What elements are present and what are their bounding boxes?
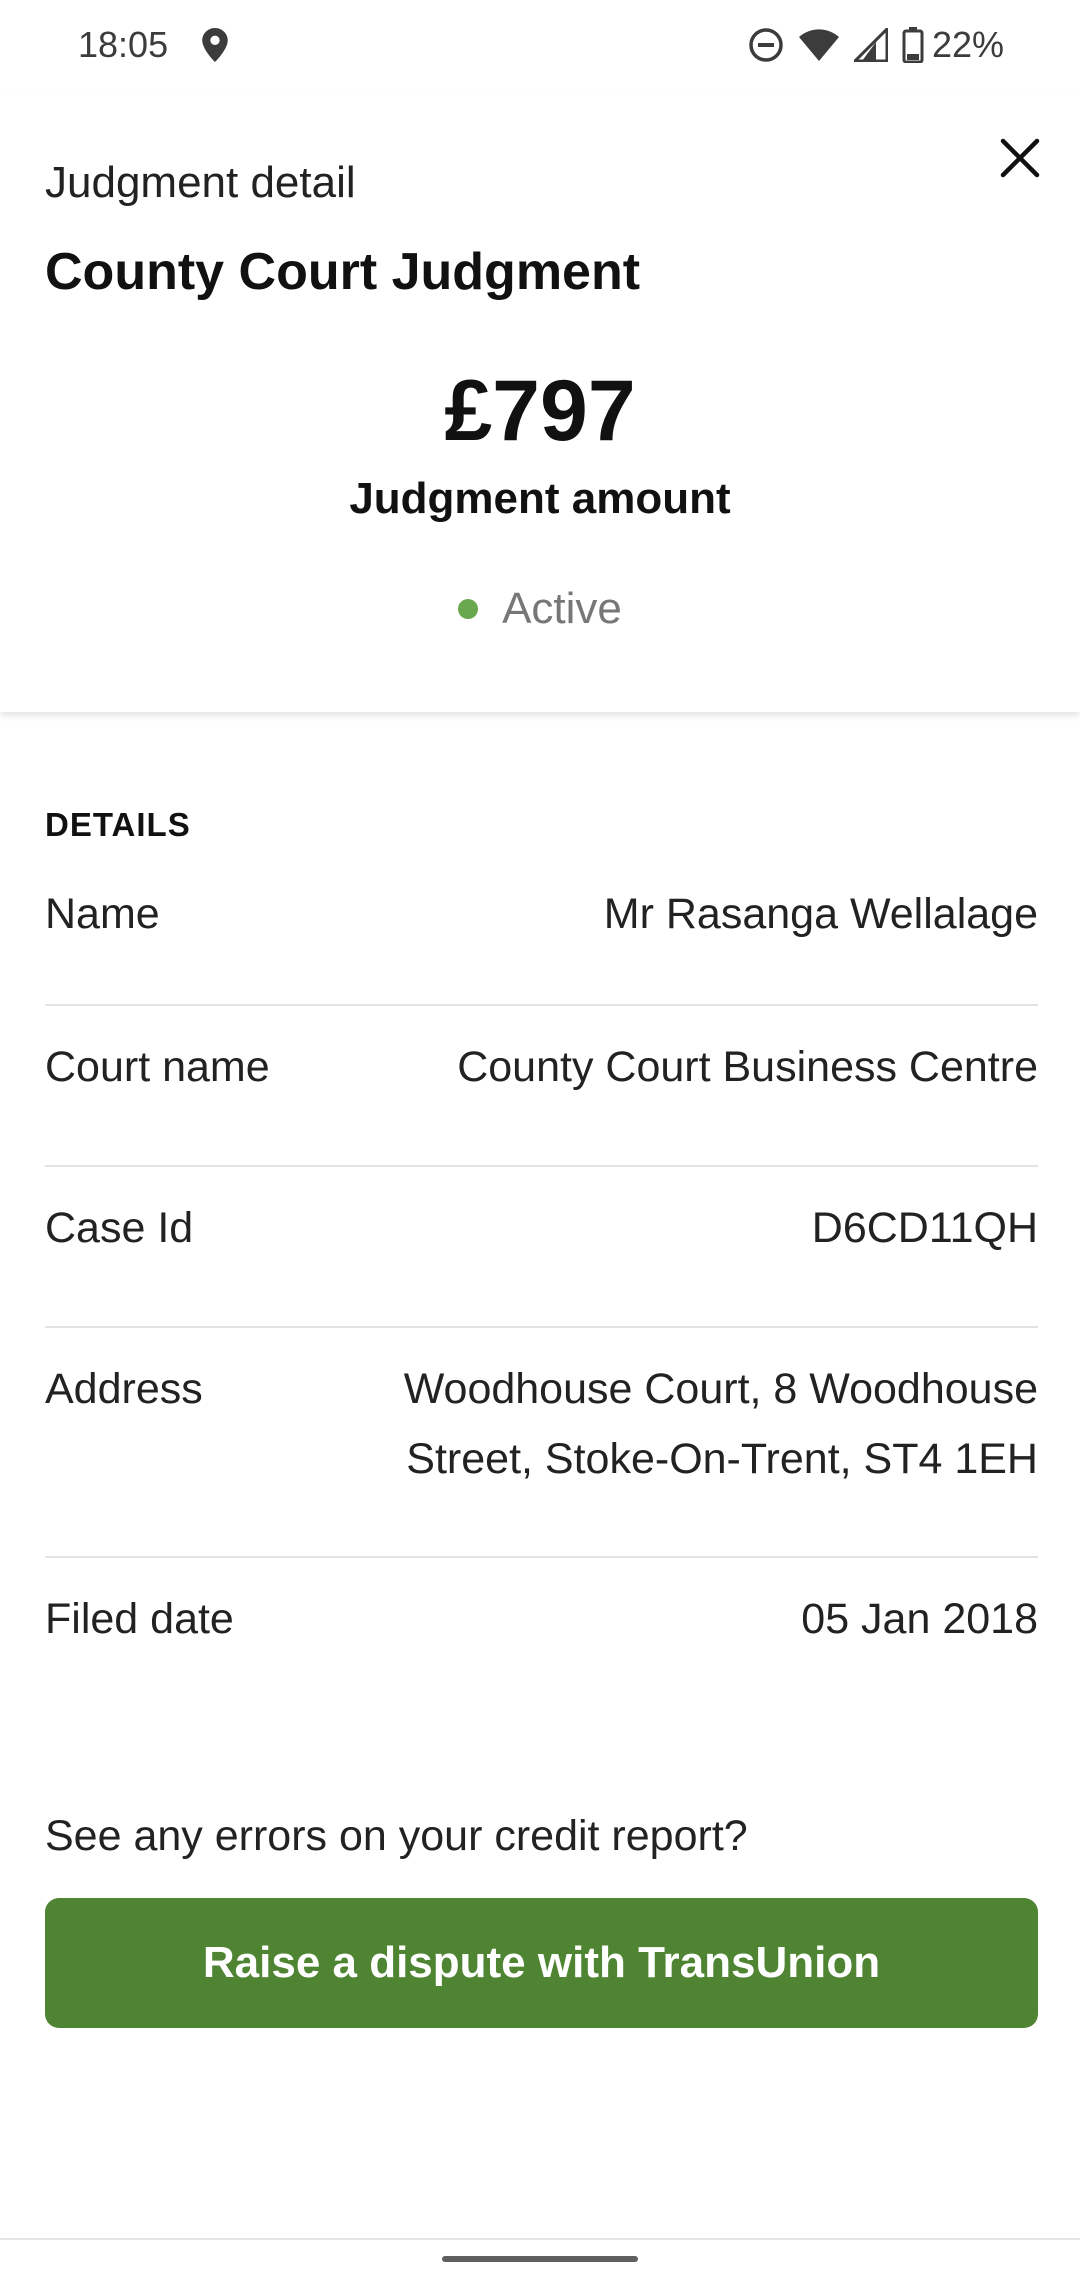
raise-dispute-button[interactable]: Raise a dispute with TransUnion <box>45 1898 1038 2028</box>
status-bar: 18:05 22% <box>0 0 1080 90</box>
do-not-disturb-icon <box>748 27 784 63</box>
status-time: 18:05 <box>78 24 169 65</box>
detail-row-case-id: Case Id D6CD11QH <box>45 1167 1038 1328</box>
detail-row-name: Name Mr Rasanga Wellalage <box>45 864 1038 1006</box>
close-button[interactable] <box>980 118 1060 198</box>
detail-label: Court name <box>45 1043 270 1091</box>
battery-percentage: 22% <box>931 24 1004 65</box>
detail-value: Woodhouse Court, 8 Woodhouse Street, Sto… <box>403 1365 1038 1483</box>
status-dot-icon <box>458 599 479 619</box>
status-left: 18:05 <box>78 24 228 66</box>
detail-value: D6CD11QH <box>811 1204 1038 1252</box>
details-list: Name Mr Rasanga Wellalage Court name Cou… <box>45 864 1038 1718</box>
detail-value: County Court Business Centre <box>457 1043 1038 1091</box>
details-heading: DETAILS <box>45 806 191 843</box>
close-icon <box>1000 138 1040 178</box>
detail-label: Case Id <box>45 1204 194 1252</box>
judgment-header-card: Judgment detail County Court Judgment £7… <box>0 90 1080 712</box>
detail-label: Address <box>45 1365 203 1413</box>
detail-row-court-name: Court name County Court Business Centre <box>45 1006 1038 1167</box>
errors-prompt-text: See any errors on your credit report? <box>45 1812 748 1860</box>
status-right: 22% <box>734 24 1004 66</box>
status-badge: Active <box>0 584 1080 634</box>
status-text: Active <box>502 584 622 633</box>
detail-value: 05 Jan 2018 <box>801 1595 1038 1643</box>
detail-label: Filed date <box>45 1595 234 1643</box>
location-pin-icon <box>202 28 228 62</box>
bottom-divider <box>0 2238 1080 2240</box>
cellular-signal-icon <box>853 28 888 62</box>
battery-icon <box>902 27 924 63</box>
page-title: County Court Judgment <box>45 243 641 301</box>
header-label: Judgment detail <box>45 158 356 207</box>
judgment-amount-label: Judgment amount <box>349 474 731 523</box>
detail-row-address: Address Woodhouse Court, 8 Woodhouse Str… <box>45 1328 1038 1558</box>
judgment-detail-screen: 18:05 22% Judgment detail County Court J… <box>0 0 1080 2280</box>
detail-label: Name <box>45 890 160 938</box>
detail-value: Mr Rasanga Wellalage <box>603 890 1038 938</box>
judgment-amount-value: £797 <box>444 363 636 459</box>
wifi-icon <box>798 28 840 62</box>
home-indicator[interactable] <box>442 2256 638 2262</box>
detail-row-filed-date: Filed date 05 Jan 2018 <box>45 1558 1038 1718</box>
